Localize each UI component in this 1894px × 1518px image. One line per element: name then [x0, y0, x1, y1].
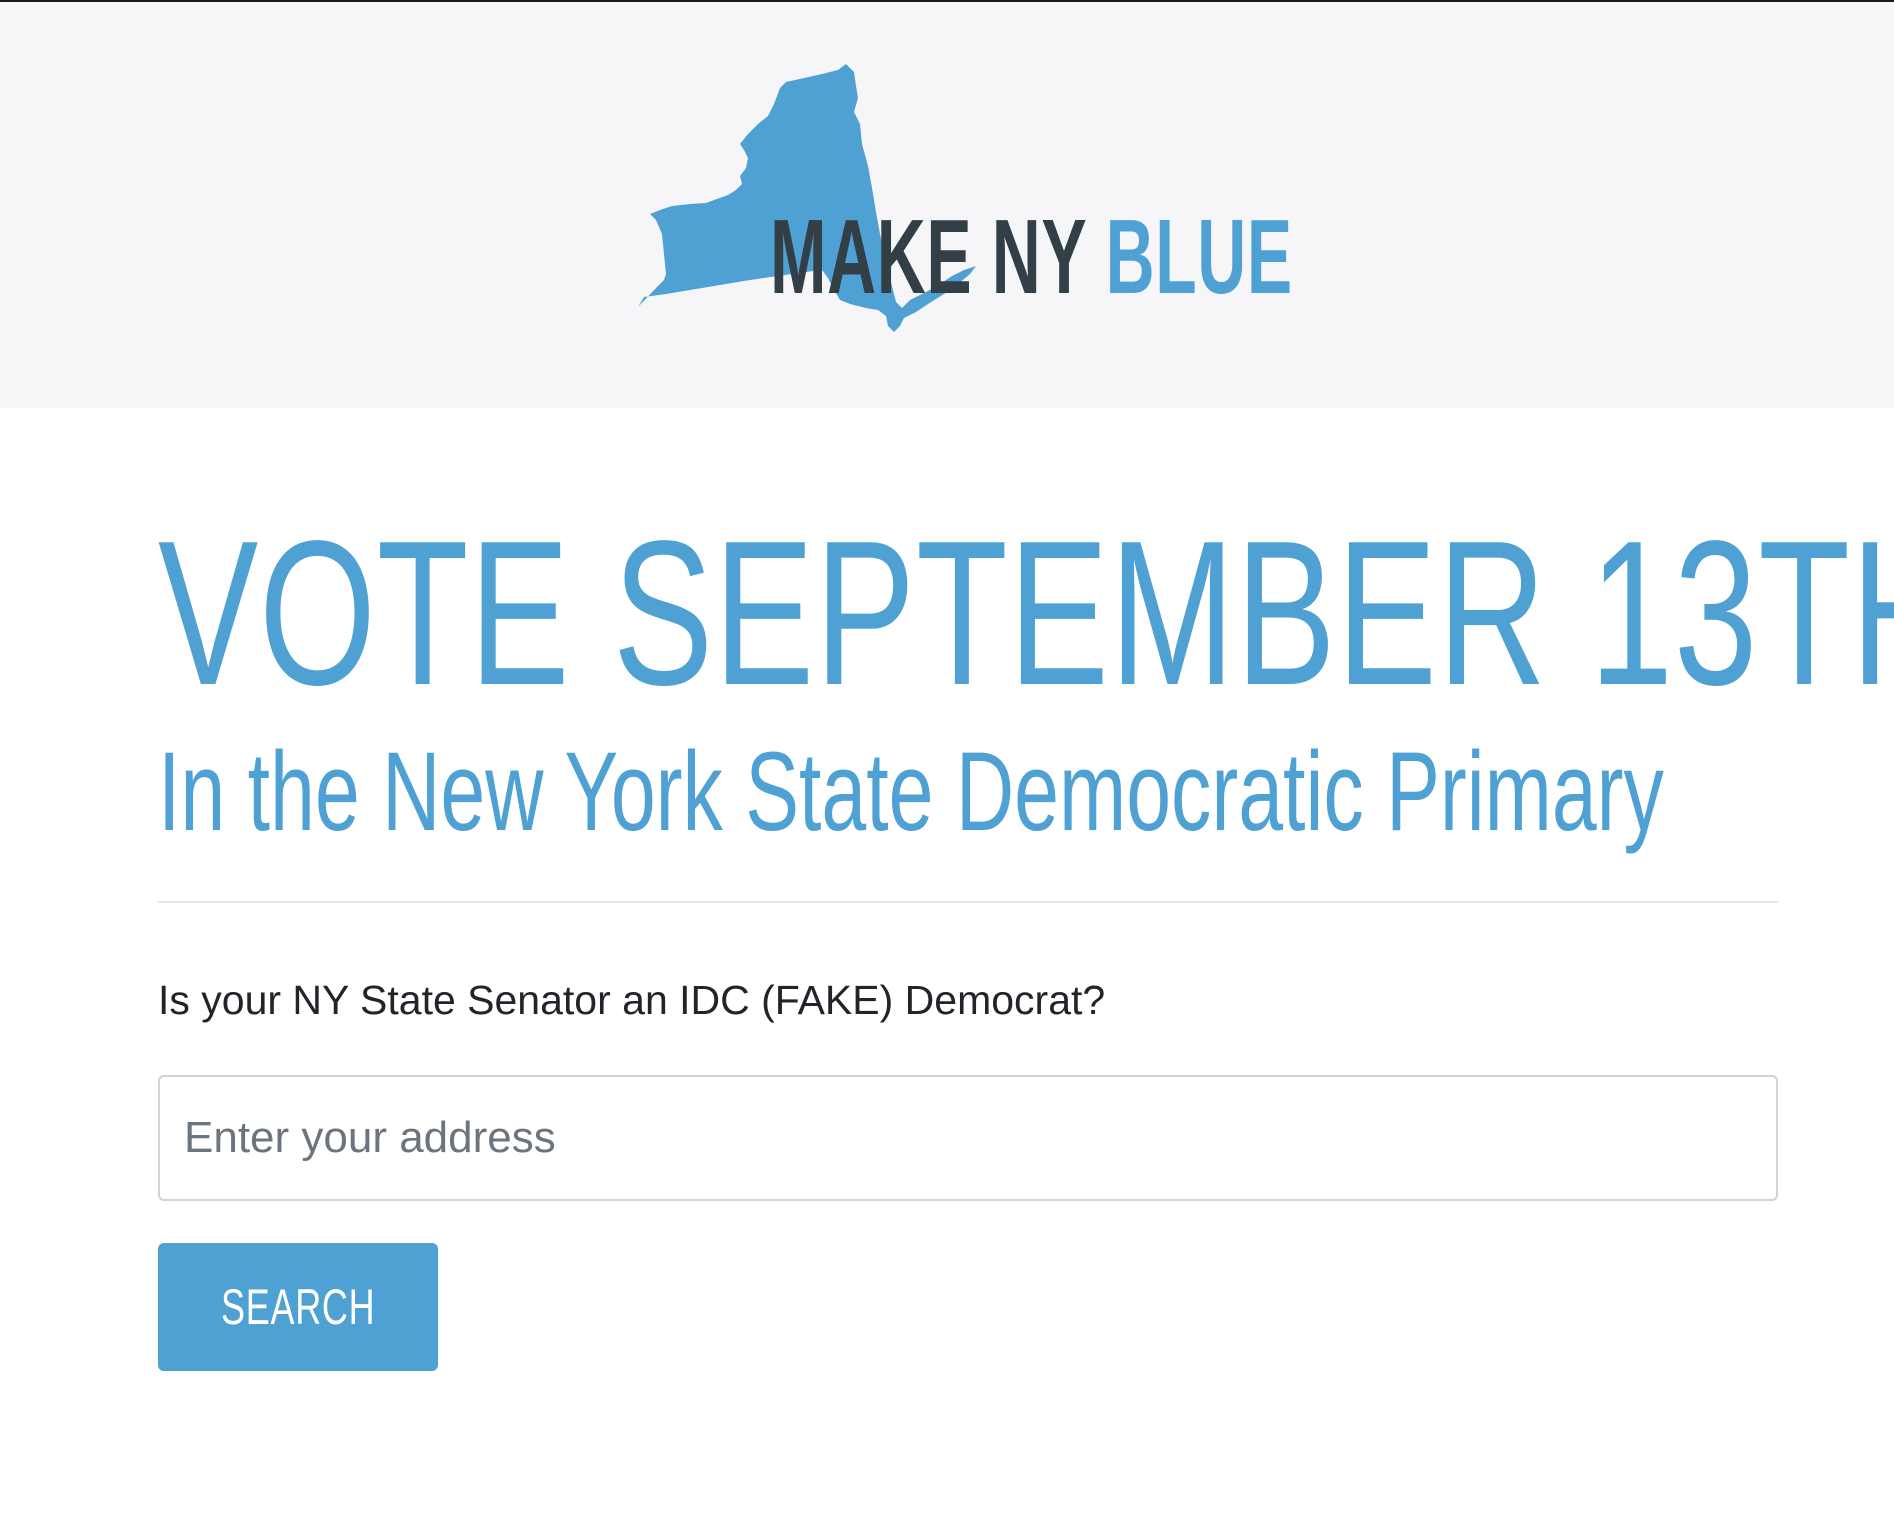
search-button[interactable]: SEARCH	[158, 1243, 438, 1371]
search-button-label: SEARCH	[220, 1279, 376, 1335]
logo-wordmark: MAKE NY BLUE	[770, 204, 1293, 310]
address-input[interactable]	[158, 1075, 1778, 1201]
page-subheadline: In the New York State Democratic Primary	[158, 729, 1664, 854]
logo-text-make: MAKE NY	[770, 198, 1087, 316]
site-header: MAKE NY BLUE	[0, 2, 1894, 408]
page-headline: VOTE SEPTEMBER 13TH	[158, 498, 1894, 728]
site-logo[interactable]: MAKE NY BLUE	[610, 64, 1330, 354]
senator-question: Is your NY State Senator an IDC (FAKE) D…	[158, 977, 1106, 1023]
logo-text-blue: BLUE	[1105, 198, 1293, 316]
section-divider	[158, 901, 1778, 903]
